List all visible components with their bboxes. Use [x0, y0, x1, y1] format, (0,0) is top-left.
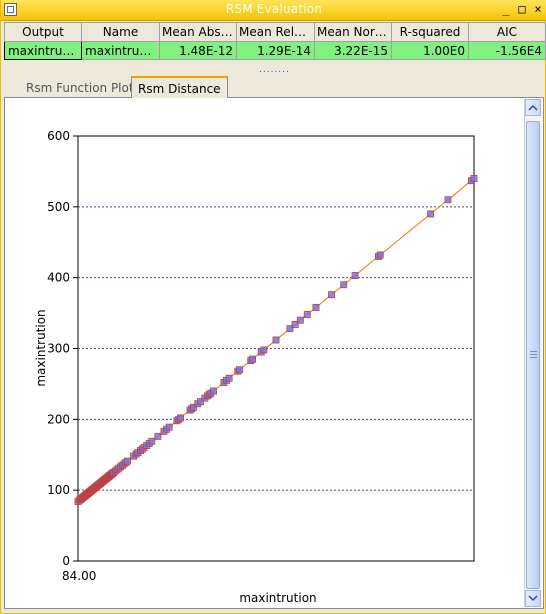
column-header-r-squared[interactable]: R-squared	[391, 22, 469, 42]
data-point	[148, 438, 156, 445]
y-tick-label: 100	[47, 483, 70, 497]
column-header-output[interactable]: Output	[4, 22, 82, 42]
cell-output[interactable]: maxintruti...	[4, 41, 82, 60]
data-point	[444, 196, 452, 203]
scroll-down-button[interactable]	[525, 590, 541, 607]
close-button[interactable]: ×	[531, 2, 545, 16]
x-axis-label: maxintrution	[239, 591, 316, 605]
table-row[interactable]: maxintruti... maxintruti... 1.48E-12 1.2…	[4, 41, 546, 60]
table-header-row: Output Name Mean Absol... Mean Relati...…	[4, 22, 546, 42]
y-tick-label: 200	[47, 412, 70, 426]
y-tick-label: 0	[62, 554, 70, 568]
data-point	[249, 355, 256, 363]
data-point	[351, 272, 359, 279]
column-header-mean-relative[interactable]: Mean Relati...	[236, 22, 315, 42]
grip-line	[530, 357, 537, 358]
evaluation-table: Output Name Mean Absol... Mean Relati...…	[4, 22, 546, 60]
data-point	[236, 366, 243, 373]
data-point	[210, 387, 217, 395]
data-point	[304, 311, 311, 318]
data-point	[312, 304, 320, 311]
data-point	[124, 457, 131, 465]
data-point	[165, 423, 173, 431]
cell-r-squared[interactable]: 1.00E0	[391, 41, 469, 60]
grip-line	[530, 354, 537, 355]
column-header-mean-absolute[interactable]: Mean Absol...	[159, 22, 237, 42]
arrow-up-icon	[528, 104, 538, 111]
cell-mean-normalized[interactable]: 3.22E-15	[314, 41, 392, 60]
tab-rsm-distance[interactable]: Rsm Distance	[131, 76, 228, 98]
scroll-thumb[interactable]	[526, 121, 540, 589]
data-point	[297, 316, 304, 324]
cell-name[interactable]: maxintruti...	[81, 41, 160, 60]
cell-mean-absolute[interactable]: 1.48E-12	[159, 41, 237, 60]
splitter-handle[interactable]: ........	[259, 67, 293, 73]
grip-line	[530, 351, 537, 352]
chart-panel: 0 100 200 300 400 500 600 84.00 maxintrution m…	[4, 97, 544, 609]
maximize-button[interactable]: □	[515, 2, 529, 16]
y-tick-label: 400	[47, 271, 70, 285]
data-point	[470, 175, 478, 182]
vertical-scrollbar[interactable]	[524, 99, 542, 607]
y-tick-label: 600	[47, 129, 70, 143]
column-header-mean-normalized[interactable]: Mean Norm...	[314, 22, 392, 42]
x-tick-label: 84.00	[62, 569, 96, 583]
rsm-evaluation-window: RSM Evaluation _ □ × Output Name Mean Ab…	[0, 0, 546, 614]
column-header-aic[interactable]: AIC	[468, 22, 546, 42]
tab-rsm-function-plot[interactable]: Rsm Function Plot	[20, 77, 140, 99]
y-tick-label: 500	[47, 200, 70, 214]
title-bar[interactable]: RSM Evaluation _ □ ×	[1, 0, 546, 21]
scroll-up-button[interactable]	[525, 99, 541, 116]
data-point	[225, 375, 233, 382]
minimize-button[interactable]: _	[499, 2, 513, 16]
data-point	[328, 291, 335, 298]
column-header-name[interactable]: Name	[81, 22, 160, 42]
window-title: RSM Evaluation	[225, 2, 323, 16]
cell-aic[interactable]: -1.56E4	[468, 41, 546, 60]
data-point	[377, 251, 384, 259]
y-axis-label: maxintrution	[34, 309, 48, 386]
data-point	[427, 210, 434, 218]
y-tick-label: 300	[47, 342, 70, 356]
data-point	[177, 414, 184, 422]
data-point	[154, 433, 162, 440]
data-point	[272, 336, 280, 344]
cell-mean-relative[interactable]: 1.29E-14	[236, 41, 315, 60]
data-point	[340, 281, 347, 288]
arrow-down-icon	[528, 595, 538, 602]
data-point	[260, 346, 268, 354]
distance-scatter-chart: 0 100 200 300 400 500 600 84.00 maxintrution m…	[34, 129, 478, 605]
